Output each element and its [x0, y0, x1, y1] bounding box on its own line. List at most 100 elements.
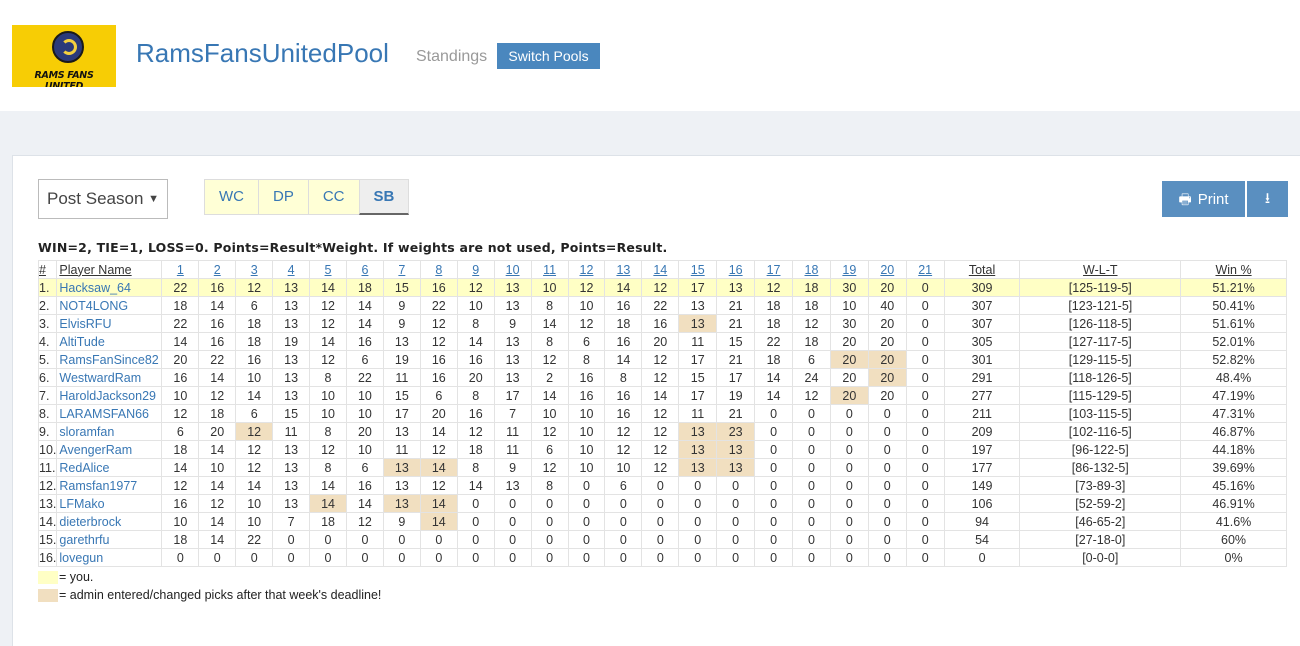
rams-fans-united-logo[interactable]: RAMS FANS UNITED: [12, 25, 116, 87]
printer-icon: 🖶: [1178, 191, 1192, 207]
player-name-link[interactable]: LARAMSFAN66: [56, 404, 163, 423]
week-score-cell: 13: [272, 278, 311, 297]
week-score-cell: 22: [754, 332, 793, 351]
week-18-header[interactable]: 18: [792, 260, 831, 279]
week-score-cell: 22: [161, 314, 200, 333]
week-score-cell: 17: [493, 386, 532, 405]
week-score-cell: 0: [754, 440, 793, 459]
week-score-cell: 11: [678, 332, 718, 351]
season-select[interactable]: Post Season ▼: [38, 179, 168, 219]
player-name-header[interactable]: Player Name: [56, 260, 163, 279]
week-score-cell: 13: [493, 278, 532, 297]
week-score-cell: 0: [792, 476, 831, 495]
week-score-cell: 0: [867, 476, 907, 495]
week-score-cell: 0: [867, 512, 907, 531]
week-score-cell: 17: [678, 278, 718, 297]
week-score-cell: 13: [493, 350, 532, 369]
week-score-cell: 16: [419, 278, 458, 297]
player-name-link[interactable]: WestwardRam: [56, 368, 163, 387]
week-21-header[interactable]: 21: [905, 260, 945, 279]
week-17-header[interactable]: 17: [754, 260, 793, 279]
week-9-header[interactable]: 9: [456, 260, 495, 279]
week-score-cell: 8: [309, 368, 347, 387]
win-pct-header[interactable]: Win %: [1180, 260, 1287, 279]
week-score-cell: 13: [272, 314, 311, 333]
week-score-cell: 0: [829, 440, 869, 459]
week-10-header[interactable]: 10: [493, 260, 532, 279]
player-name-link[interactable]: garethrfu: [56, 530, 163, 549]
week-7-header[interactable]: 7: [382, 260, 421, 279]
player-name-link[interactable]: ElvisRFU: [56, 314, 163, 333]
tab-wc[interactable]: WC: [204, 179, 259, 215]
week-score-cell: 12: [604, 422, 643, 441]
player-name-link[interactable]: AvengerRam: [56, 440, 163, 459]
week-score-cell: 14: [198, 440, 237, 459]
player-name-link[interactable]: Ramsfan1977: [56, 476, 163, 495]
week-14-header[interactable]: 14: [641, 260, 680, 279]
win-pct-cell: 46.87%: [1180, 422, 1287, 441]
player-name-link[interactable]: RamsFanSince82: [56, 350, 163, 369]
week-score-cell: 13: [272, 350, 311, 369]
player-name-link[interactable]: LFMako: [56, 494, 163, 513]
week-score-cell: 20: [829, 332, 869, 351]
table-row: 7. HaroldJackson29 10 12 14 13 10 10 15 6 8 17 14 16 1…: [37, 386, 1287, 405]
player-name-link[interactable]: RedAlice: [56, 458, 163, 477]
week-1-header[interactable]: 1: [161, 260, 200, 279]
week-score-cell: 14: [456, 332, 495, 351]
week-score-cell: 0: [161, 548, 200, 567]
week-score-cell: 16: [235, 350, 274, 369]
player-name-link[interactable]: AltiTude: [56, 332, 163, 351]
week-2-header[interactable]: 2: [198, 260, 237, 279]
season-select-value: Post Season: [47, 189, 144, 208]
week-score-cell: 18: [792, 296, 831, 315]
tab-dp[interactable]: DP: [258, 179, 309, 215]
week-score-cell: 6: [604, 476, 643, 495]
week-score-cell: 13: [493, 332, 532, 351]
week-5-header[interactable]: 5: [309, 260, 347, 279]
week-15-header[interactable]: 15: [678, 260, 718, 279]
week-score-cell: 16: [567, 368, 606, 387]
week-score-cell: 0: [867, 458, 907, 477]
week-score-cell: 0: [829, 476, 869, 495]
download-button[interactable]: ⭳: [1247, 181, 1288, 217]
player-name-link[interactable]: dieterbrock: [56, 512, 163, 531]
week-score-cell: 10: [345, 386, 384, 405]
week-score-cell: 13: [272, 368, 311, 387]
week-12-header[interactable]: 12: [567, 260, 606, 279]
week-20-header[interactable]: 20: [867, 260, 907, 279]
week-6-header[interactable]: 6: [345, 260, 384, 279]
rank-cell: 15.: [37, 530, 58, 549]
week-19-header[interactable]: 19: [829, 260, 869, 279]
tab-cc[interactable]: CC: [307, 179, 360, 215]
week-4-header[interactable]: 4: [272, 260, 311, 279]
week-score-cell: 20: [198, 422, 237, 441]
week-score-cell: 6: [235, 404, 274, 423]
week-16-header[interactable]: 16: [716, 260, 756, 279]
week-score-cell: 21: [716, 296, 756, 315]
week-score-cell: 16: [456, 404, 495, 423]
week-score-cell: 21: [716, 404, 756, 423]
player-name-link[interactable]: Hacksaw_64: [56, 278, 163, 297]
week-score-cell: 0: [493, 512, 532, 531]
week-score-cell: 14: [198, 296, 237, 315]
week-11-header[interactable]: 11: [530, 260, 569, 279]
week-3-header[interactable]: 3: [235, 260, 274, 279]
week-score-cell: 0: [829, 530, 869, 549]
week-score-cell: 16: [198, 332, 237, 351]
week-score-cell: 10: [567, 404, 606, 423]
tab-sb[interactable]: SB: [358, 179, 410, 215]
week-8-header[interactable]: 8: [419, 260, 458, 279]
week-score-cell: 0: [198, 548, 237, 567]
switch-pools-button[interactable]: Switch Pools: [497, 43, 600, 69]
player-name-link[interactable]: HaroldJackson29: [56, 386, 163, 405]
week-score-cell: 0: [829, 548, 869, 567]
player-name-link[interactable]: lovegun: [56, 548, 163, 567]
player-name-link[interactable]: NOT4LONG: [56, 296, 163, 315]
week-score-cell: 14: [419, 422, 458, 441]
player-name-link[interactable]: sloramfan: [56, 422, 163, 441]
print-button[interactable]: 🖶 Print: [1162, 181, 1245, 217]
total-header[interactable]: Total: [943, 260, 1021, 279]
week-13-header[interactable]: 13: [604, 260, 643, 279]
wlt-header[interactable]: W-L-T: [1019, 260, 1182, 279]
win-pct-cell: 60%: [1180, 530, 1287, 549]
